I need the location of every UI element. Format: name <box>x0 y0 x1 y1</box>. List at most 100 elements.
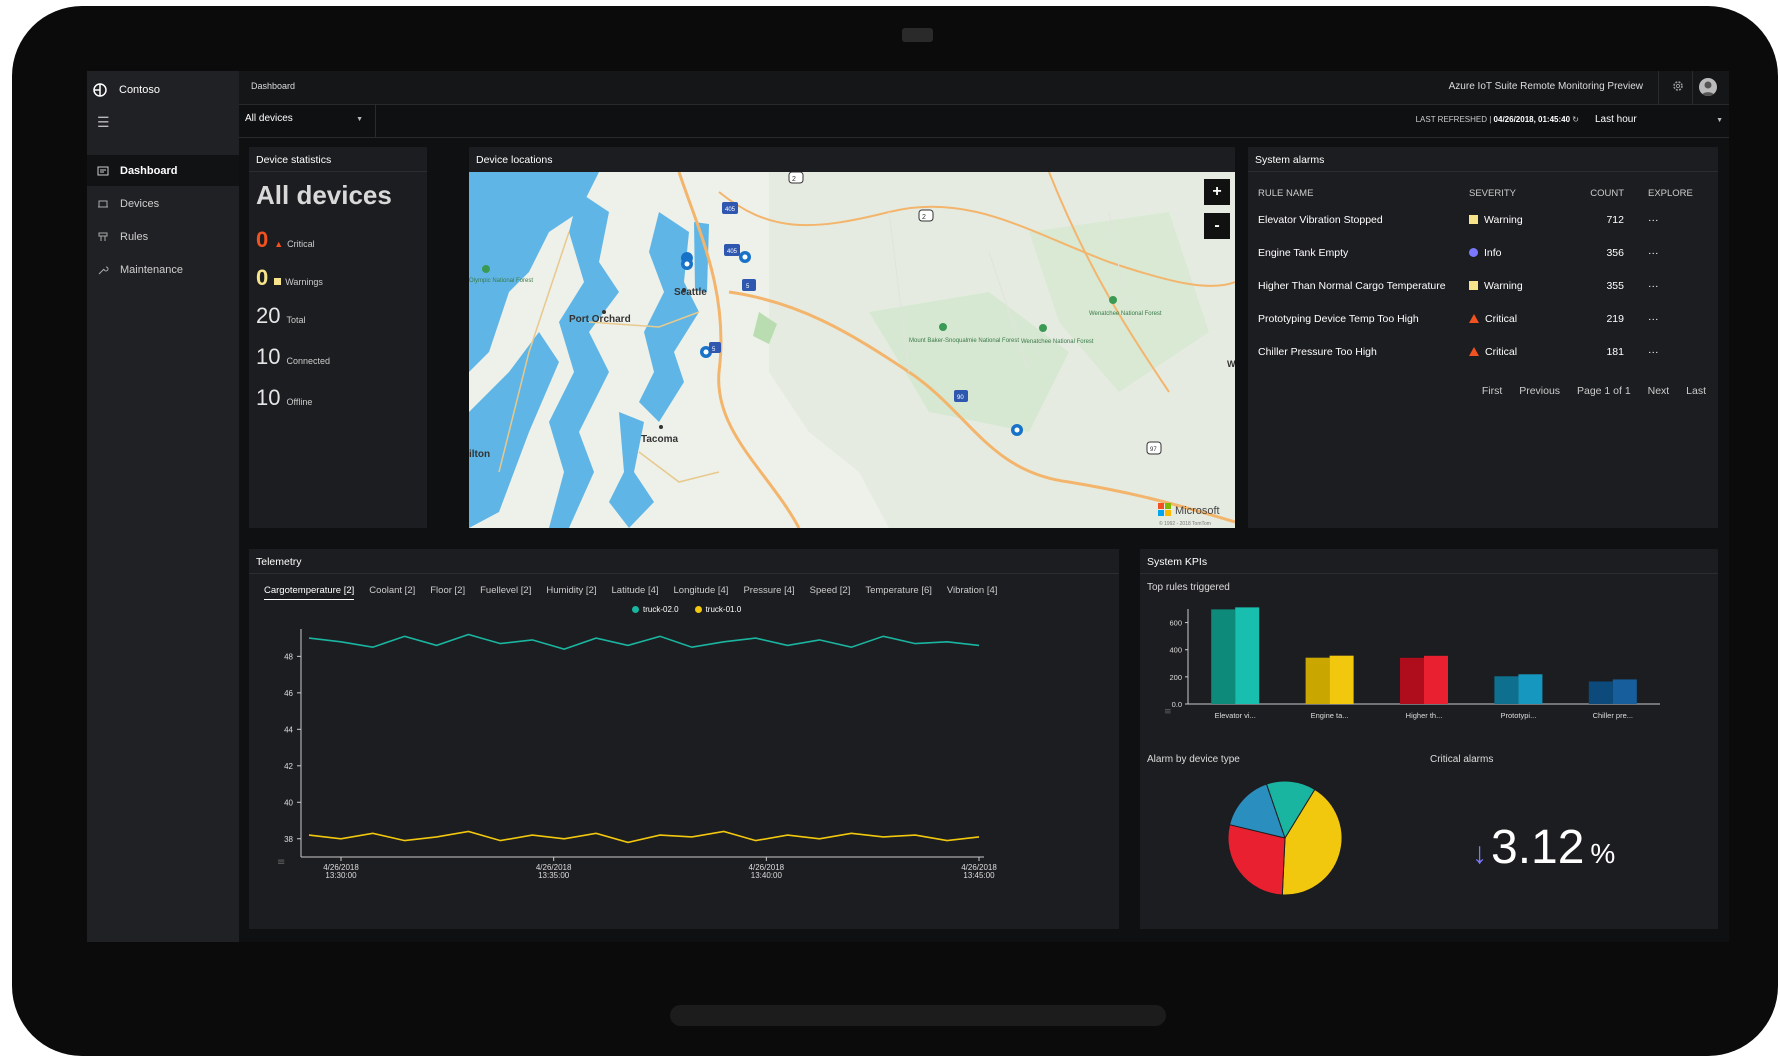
system-alarms-panel: System alarms RULE NAME SEVERITY COUNT E… <box>1248 147 1718 528</box>
zoom-out-button[interactable]: - <box>1204 213 1230 239</box>
sidebar-item-maintenance[interactable]: Maintenance <box>87 254 239 285</box>
avatar[interactable] <box>1699 78 1717 96</box>
bar[interactable] <box>1235 607 1260 704</box>
legend-item[interactable]: truck-02.0 <box>632 605 679 614</box>
legend-dot-icon <box>632 606 639 613</box>
severity-cell: Critical <box>1469 346 1564 358</box>
map-pin-icon[interactable] <box>739 251 751 263</box>
layers-icon[interactable]: ≡ <box>1164 707 1172 717</box>
brand[interactable]: Contoso <box>93 79 160 101</box>
table-row[interactable]: Chiller Pressure Too High Critical 181 ··· <box>1258 335 1714 368</box>
tab-speed[interactable]: Speed [2] <box>810 585 851 600</box>
explore-more-icon[interactable]: ··· <box>1638 280 1708 292</box>
stat-connected[interactable]: 10 Connected <box>256 344 330 370</box>
top-rules-label: Top rules triggered <box>1147 582 1230 593</box>
bar[interactable] <box>1518 674 1543 704</box>
tab-coolant[interactable]: Coolant [2] <box>369 585 415 600</box>
top-rules-bar-chart[interactable]: 0.0 200 400 600 Elevator vi... Engine ta... Hi… <box>1140 597 1718 747</box>
bar[interactable] <box>1400 657 1424 704</box>
tab-latitude[interactable]: Latitude [4] <box>612 585 659 600</box>
rule-name-cell: Engine Tank Empty <box>1258 246 1349 259</box>
zoom-in-button[interactable]: + <box>1204 179 1230 205</box>
camera <box>902 28 933 42</box>
sidebar-item-dashboard[interactable]: Dashboard <box>87 155 239 186</box>
explore-more-icon[interactable]: ··· <box>1638 214 1708 226</box>
column-header[interactable]: RULE NAME <box>1258 188 1469 199</box>
explore-more-icon[interactable]: ··· <box>1638 247 1708 259</box>
time-range-value: Last hour <box>1595 114 1637 125</box>
screen: Contoso ☰ Dashboard Devices Rules Mainte… <box>87 71 1729 942</box>
legend-item[interactable]: truck-01.0 <box>694 605 741 614</box>
tab-temperature[interactable]: Temperature [6] <box>865 585 932 600</box>
divider <box>249 171 427 172</box>
x-tick-label: Higher th... <box>1406 711 1443 720</box>
bar[interactable] <box>1588 681 1613 704</box>
warning-square-icon <box>1469 215 1478 224</box>
y-tick-label: 40 <box>284 798 293 807</box>
bar[interactable] <box>1329 655 1354 704</box>
bar[interactable] <box>1612 679 1637 704</box>
stat-critical[interactable]: 0 ▲ Critical <box>256 227 315 253</box>
sidebar-item-devices[interactable]: Devices <box>87 188 239 219</box>
hamburger-menu-icon[interactable]: ☰ <box>97 114 110 131</box>
contoso-logo-icon <box>93 83 107 97</box>
explore-more-icon[interactable]: ··· <box>1638 313 1708 325</box>
previous-page-button[interactable]: Previous <box>1519 385 1560 397</box>
park-marker-icon <box>482 265 490 273</box>
table-row[interactable]: Prototyping Device Temp Too High Critical… <box>1258 302 1714 335</box>
map-label-wenatchee-2: Wenatchee National Forest <box>1089 311 1162 317</box>
bar[interactable] <box>1424 655 1448 704</box>
tab-fuellevel[interactable]: Fuellevel [2] <box>480 585 531 600</box>
divider <box>375 105 376 137</box>
table-row[interactable]: Engine Tank Empty Info 356 ··· <box>1258 236 1714 269</box>
layers-icon[interactable]: ≡ <box>277 857 285 868</box>
last-refreshed-value: 04/26/2018, 01:45:40 <box>1493 115 1571 124</box>
tab-cargotemperature[interactable]: Cargotemperature [2] <box>264 585 355 600</box>
stat-offline[interactable]: 10 Offline <box>256 385 312 411</box>
map-pin-icon[interactable] <box>1011 424 1023 436</box>
refresh-icon[interactable]: ↻ <box>1572 115 1579 124</box>
bar[interactable] <box>1494 676 1519 704</box>
stats-heading: All devices <box>256 180 392 210</box>
tab-longitude[interactable]: Longitude [4] <box>674 585 729 600</box>
rules-icon <box>98 232 108 241</box>
bar[interactable] <box>1305 657 1330 704</box>
time-range-select[interactable]: Last hour ▼ <box>1595 114 1723 125</box>
first-page-button[interactable]: First <box>1482 385 1502 397</box>
bar[interactable] <box>1211 609 1236 704</box>
device-group-select[interactable]: All devices ▼ <box>245 113 363 124</box>
device-map[interactable]: Seattle Port Orchard Tacoma Olympic Nati… <box>469 172 1235 528</box>
last-page-button[interactable]: Last <box>1686 385 1706 397</box>
pagination: First Previous Page 1 of 1 Next Last <box>1468 385 1706 397</box>
series-line-truck-01.0[interactable] <box>308 830 980 844</box>
series-line-truck-02.0[interactable] <box>308 633 980 650</box>
stat-warnings[interactable]: 0 Warnings <box>256 265 323 291</box>
telemetry-panel: Telemetry Cargotemperature [2] Coolant [2… <box>249 549 1119 929</box>
tab-vibration[interactable]: Vibration [4] <box>947 585 998 600</box>
sidebar-item-rules[interactable]: Rules <box>87 221 239 252</box>
column-header[interactable]: COUNT <box>1564 188 1638 199</box>
stat-label: Connected <box>286 356 331 366</box>
telemetry-line-chart[interactable]: 3840424446484/26/201813:30:004/26/201813… <box>249 617 1119 917</box>
tab-pressure[interactable]: Pressure [4] <box>743 585 794 600</box>
explore-more-icon[interactable]: ··· <box>1638 346 1708 358</box>
info-circle-icon <box>1469 248 1478 257</box>
column-header[interactable]: SEVERITY <box>1469 188 1564 199</box>
alarm-by-device-pie-chart[interactable] <box>1220 773 1350 903</box>
critical-triangle-icon: ▲ <box>274 239 284 249</box>
column-header[interactable]: EXPLORE <box>1638 188 1708 199</box>
devices-icon <box>98 200 108 207</box>
tab-floor[interactable]: Floor [2] <box>430 585 465 600</box>
divider <box>1248 171 1718 172</box>
next-page-button[interactable]: Next <box>1648 385 1670 397</box>
gear-icon[interactable] <box>1671 79 1685 93</box>
stat-label: Warnings <box>285 277 323 287</box>
stat-total[interactable]: 20 Total <box>256 303 306 329</box>
tab-humidity[interactable]: Humidity [2] <box>546 585 596 600</box>
severity-label: Warning <box>1484 279 1523 292</box>
count-cell: 181 <box>1606 345 1624 358</box>
severity-cell: Warning <box>1469 214 1564 226</box>
table-row[interactable]: Elevator Vibration Stopped Warning 712 ··· <box>1258 203 1714 236</box>
count-cell: 356 <box>1606 246 1624 259</box>
table-row[interactable]: Higher Than Normal Cargo Temperature Warn… <box>1258 269 1714 302</box>
